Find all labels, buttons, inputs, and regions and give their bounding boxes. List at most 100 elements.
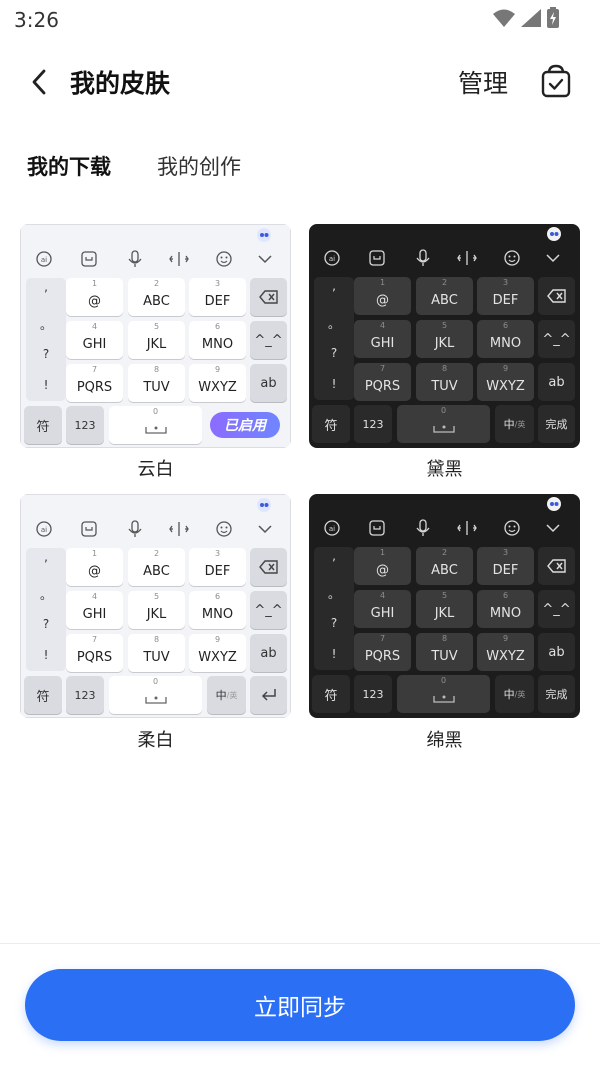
keyboard-preview: ai,。?! 1 @2 ABC 3 DEF 4 GHI 5 JKL 6 MNO 7 PQRS 8 TUV 9 WX… bbox=[20, 224, 291, 448]
skin-name: 云白 bbox=[137, 459, 174, 480]
chevron-down-icon bbox=[258, 525, 272, 534]
symbol-key: 符 bbox=[312, 675, 350, 713]
keyboard-key: 6 MNO bbox=[477, 320, 534, 358]
key-number: 8 bbox=[441, 364, 448, 373]
key-number: 4 bbox=[379, 591, 386, 600]
symbol-key-label: 符 bbox=[324, 688, 338, 704]
punctuation-key: ! bbox=[43, 378, 49, 392]
punctuation-key: ? bbox=[330, 616, 338, 630]
face-key-label: ^_^ bbox=[542, 601, 571, 617]
punctuation-key: ! bbox=[43, 648, 49, 662]
chevron-down-icon bbox=[546, 254, 560, 263]
corner-sticker-icon bbox=[547, 497, 561, 511]
face-key-label: ^_^ bbox=[254, 332, 283, 348]
key-number: 7 bbox=[379, 634, 386, 643]
face-key: ^_^ bbox=[250, 321, 287, 359]
skin-name: 绵黑 bbox=[426, 730, 463, 751]
wifi-icon bbox=[493, 9, 515, 27]
key-label: @ bbox=[376, 563, 389, 578]
keyboard-skin-icon bbox=[81, 251, 97, 267]
keyboard-toolbar: ai bbox=[21, 245, 291, 273]
chevron-down-icon bbox=[258, 255, 272, 264]
symbol-key-label: 符 bbox=[36, 689, 50, 705]
space-number: 0 bbox=[440, 406, 447, 415]
skin-card[interactable]: ai,。?! 1 @2 ABC 3 DEF 4 GHI 5 JKL 6 MNO 7 PQRS 8 TUV 9 WX… bbox=[20, 494, 291, 718]
key-label: DEF bbox=[492, 293, 519, 308]
keyboard-preview: ai,。?! 1 @2 ABC 3 DEF 4 GHI 5 JKL 6 MNO 7 PQRS 8 TUV 9 WX… bbox=[309, 224, 580, 448]
number-key: 123 bbox=[354, 405, 392, 443]
keyboard-key: 1 @ bbox=[354, 277, 411, 315]
keyboard-key: 4 GHI bbox=[354, 590, 411, 628]
tab-my-creations[interactable]: 我的创作 bbox=[157, 151, 241, 181]
keyboard-toolbar: ai bbox=[309, 244, 580, 272]
punctuation-key: , bbox=[44, 280, 48, 294]
smiley-icon bbox=[504, 520, 520, 536]
number-key: 123 bbox=[354, 675, 392, 713]
skin-card[interactable]: ai,。?! 1 @2 ABC 3 DEF 4 GHI 5 JKL 6 MNO 7 PQRS 8 TUV 9 WX… bbox=[20, 224, 291, 448]
key-label: GHI bbox=[82, 607, 107, 622]
key-label: WXYZ bbox=[486, 379, 525, 394]
punctuation-key: , bbox=[44, 550, 48, 564]
zh-label: 中 bbox=[503, 688, 515, 701]
status-time: 3:26 bbox=[14, 8, 59, 32]
delete-key bbox=[538, 547, 575, 585]
enter-icon bbox=[261, 689, 276, 701]
delete-key bbox=[250, 548, 287, 586]
space-key: 0 bbox=[109, 676, 202, 714]
key-number: 5 bbox=[441, 321, 448, 330]
space-key: 0 bbox=[109, 406, 202, 444]
done-key: 完成 bbox=[538, 405, 575, 443]
svg-text:ai: ai bbox=[329, 255, 335, 263]
tab-my-downloads[interactable]: 我的下载 bbox=[27, 151, 111, 181]
space-icon bbox=[144, 426, 167, 434]
enter-key bbox=[250, 676, 287, 714]
enabled-badge: 已启用 bbox=[210, 412, 280, 438]
corner-sticker-icon bbox=[547, 227, 561, 241]
key-number: 3 bbox=[502, 548, 509, 557]
punctuation-key: 。 bbox=[327, 317, 340, 331]
chevron-down-icon bbox=[546, 524, 560, 533]
keyboard-key: 8 TUV bbox=[128, 364, 185, 402]
key-number: 4 bbox=[91, 322, 98, 331]
punctuation-key: ? bbox=[42, 617, 50, 631]
key-number: 9 bbox=[502, 634, 509, 643]
emoji-bubble-icon: ai bbox=[324, 250, 340, 266]
key-number: 8 bbox=[153, 635, 160, 644]
key-label: @ bbox=[88, 294, 101, 309]
delete-icon bbox=[546, 289, 566, 303]
punctuation-key: ! bbox=[331, 647, 337, 661]
keyboard-key: 6 MNO bbox=[189, 321, 246, 359]
key-label: WXYZ bbox=[198, 650, 237, 665]
keyboard-skin-icon bbox=[369, 250, 385, 266]
ab-key: ab bbox=[250, 364, 287, 402]
shopping-bag-button[interactable] bbox=[538, 63, 574, 99]
en-label: /英 bbox=[514, 419, 526, 429]
punctuation-column: , 。?! bbox=[314, 547, 354, 670]
punctuation-key: ! bbox=[331, 377, 337, 391]
delete-icon bbox=[258, 290, 278, 304]
key-number: 7 bbox=[91, 635, 98, 644]
back-button[interactable] bbox=[22, 65, 56, 99]
space-number: 0 bbox=[440, 676, 447, 685]
punctuation-key: ? bbox=[330, 346, 338, 360]
keyboard-key: 7 PQRS bbox=[354, 633, 411, 671]
corner-sticker-icon bbox=[257, 498, 271, 512]
skin-card[interactable]: ai,。?! 1 @2 ABC 3 DEF 4 GHI 5 JKL 6 MNO 7 PQRS 8 TUV 9 WX… bbox=[309, 494, 580, 718]
punctuation-key: 。 bbox=[39, 588, 52, 602]
ab-key-label: ab bbox=[260, 645, 277, 661]
skin-name: 柔白 bbox=[137, 730, 174, 751]
skin-card[interactable]: ai,。?! 1 @2 ABC 3 DEF 4 GHI 5 JKL 6 MNO 7 PQRS 8 TUV 9 WX… bbox=[309, 224, 580, 448]
ab-key-label: ab bbox=[548, 374, 565, 390]
key-number: 3 bbox=[214, 549, 221, 558]
punctuation-key: , bbox=[332, 279, 336, 293]
space-icon bbox=[432, 425, 455, 433]
keyboard-key: 6 MNO bbox=[189, 591, 246, 629]
key-number: 2 bbox=[153, 279, 160, 288]
sync-now-button[interactable]: 立即同步 bbox=[25, 969, 575, 1041]
emoji-bubble-icon: ai bbox=[36, 521, 52, 537]
delete-key bbox=[538, 277, 575, 315]
face-key-label: ^_^ bbox=[254, 602, 283, 618]
delete-key bbox=[250, 278, 287, 316]
manage-button[interactable]: 管理 bbox=[458, 64, 508, 100]
microphone-icon bbox=[416, 249, 430, 266]
